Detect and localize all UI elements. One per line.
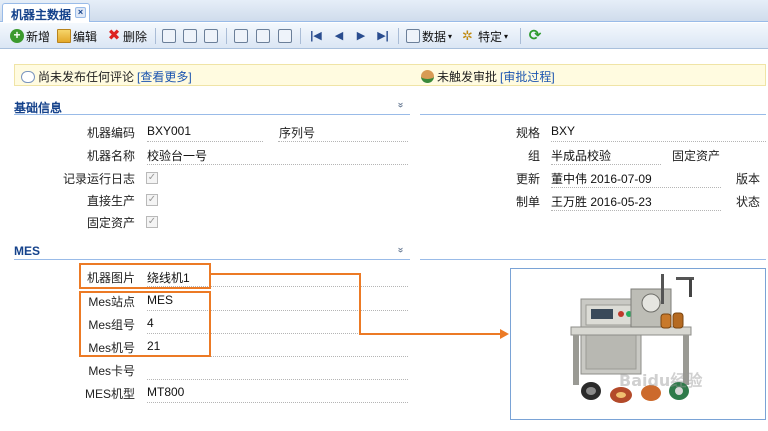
spec-field[interactable]: BXY xyxy=(551,124,766,142)
clipboard-icon xyxy=(278,29,292,43)
serial-field[interactable] xyxy=(278,124,408,142)
version-label: 版本 xyxy=(736,172,761,186)
fixed-asset-checkbox[interactable]: ✓ xyxy=(146,216,158,228)
last-icon: ▶| xyxy=(377,30,389,42)
add-label: 新增 xyxy=(26,29,51,44)
log-label: 记录运行日志 xyxy=(62,172,135,186)
next-icon: ▶ xyxy=(356,30,366,42)
attach-button[interactable] xyxy=(256,27,272,45)
add-button[interactable]: + 新增 xyxy=(10,27,50,45)
plus-icon: + xyxy=(10,29,24,43)
specific-menu-button[interactable]: ✲ 特定 ▾ xyxy=(462,27,508,45)
close-icon[interactable]: × xyxy=(75,7,86,18)
copy-icon xyxy=(162,29,176,43)
machine-name-label: 机器名称 xyxy=(86,149,135,163)
mes-card-field[interactable] xyxy=(147,362,408,380)
copy-button[interactable] xyxy=(162,27,178,45)
envelope-icon xyxy=(234,29,248,43)
direct-production-label: 直接生产 xyxy=(86,194,135,208)
delete-button[interactable]: ✖ 删除 xyxy=(107,27,147,45)
toolbar-separator xyxy=(155,28,156,44)
log-checkbox[interactable]: ✓ xyxy=(146,172,158,184)
edit-label: 编辑 xyxy=(73,29,98,44)
toolbar: + 新增 编辑 ✖ 删除 |◀ ◀ ▶ ▶| 数据 ▾ ✲ 特定 ▾ ⟳ xyxy=(0,23,768,49)
comment-bar: 尚未发布任何评论 [查看更多] 未触发审批 [审批过程] xyxy=(14,64,766,86)
mes-card-label: Mes卡号 xyxy=(88,364,135,378)
prev-icon: ◀ xyxy=(334,30,344,42)
section-divider xyxy=(420,259,766,260)
edit-button[interactable]: 编辑 xyxy=(57,27,97,45)
highlight-box-mes-ids xyxy=(79,291,211,357)
refresh-button[interactable]: ⟳ xyxy=(528,27,544,45)
approval-process-link[interactable]: [审批过程] xyxy=(500,68,555,85)
preview-button[interactable] xyxy=(183,27,199,45)
annotation-arrow xyxy=(211,273,361,275)
delete-label: 删除 xyxy=(123,29,148,44)
tab-machine-master[interactable]: 机器主数据 × xyxy=(2,3,90,22)
collapse-icon[interactable]: » xyxy=(395,102,406,108)
speech-bubble-icon xyxy=(21,70,35,83)
annotation-arrow xyxy=(359,333,501,335)
group-field[interactable]: 半成品校验 xyxy=(551,147,661,165)
prev-record-button[interactable]: ◀ xyxy=(332,27,348,45)
preview-icon xyxy=(183,29,197,43)
refresh-icon: ⟳ xyxy=(528,27,542,44)
last-record-button[interactable]: ▶| xyxy=(376,27,392,45)
fixed-asset-label: 固定资产 xyxy=(86,216,135,230)
arrowhead-icon xyxy=(500,329,509,339)
section-divider xyxy=(420,114,766,115)
mes-model-label: MES机型 xyxy=(84,387,135,401)
tab-strip: 机器主数据 × xyxy=(0,0,768,22)
section-title-mes: MES xyxy=(14,244,41,258)
no-comment-text: 尚未发布任何评论 xyxy=(38,70,135,84)
attachment-icon xyxy=(256,29,270,43)
chevron-down-icon: ▾ xyxy=(448,31,453,41)
section-divider xyxy=(14,114,410,115)
paste-button[interactable] xyxy=(278,27,294,45)
toolbar-separator xyxy=(398,28,399,44)
gear-icon: ✲ xyxy=(462,28,473,43)
data-label: 数据 xyxy=(422,29,447,44)
data-menu-button[interactable]: 数据 ▾ xyxy=(406,27,452,45)
folder-edit-icon xyxy=(57,29,71,43)
create-field: 王万胜 2016-05-23 xyxy=(551,193,721,211)
toolbar-separator xyxy=(300,28,301,44)
update-label: 更新 xyxy=(515,172,540,186)
machine-image-preview[interactable]: Baidu经验 xyxy=(510,268,766,420)
toolbar-separator xyxy=(226,28,227,44)
email-button[interactable] xyxy=(234,27,250,45)
delete-x-icon: ✖ xyxy=(107,27,121,44)
machine-code-label: 机器编码 xyxy=(86,126,135,140)
mes-model-field[interactable]: MT800 xyxy=(147,385,408,403)
update-field: 董中伟 2016-07-09 xyxy=(551,170,721,188)
section-divider xyxy=(14,259,410,260)
next-record-button[interactable]: ▶ xyxy=(354,27,370,45)
approval-status: 未触发审批 [审批过程] xyxy=(421,68,555,85)
group-label: 组 xyxy=(527,149,540,163)
data-icon xyxy=(406,29,420,43)
chevron-down-icon: ▾ xyxy=(504,31,509,41)
tab-label: 机器主数据 xyxy=(11,8,72,22)
spec-label: 规格 xyxy=(515,126,540,140)
winding-machine-image xyxy=(570,274,694,403)
status-label: 状态 xyxy=(736,195,761,209)
watermark: Baidu经验 xyxy=(619,371,703,390)
user-icon xyxy=(421,70,434,83)
toolbar-separator xyxy=(520,28,521,44)
first-icon: |◀ xyxy=(310,30,322,42)
comment-status: 尚未发布任何评论 [查看更多] xyxy=(21,68,192,85)
print-button[interactable] xyxy=(204,27,220,45)
direct-production-checkbox[interactable]: ✓ xyxy=(146,194,158,206)
no-approval-text: 未触发审批 xyxy=(437,70,498,84)
highlight-box-image xyxy=(79,263,211,289)
annotation-arrow xyxy=(359,273,361,335)
collapse-icon[interactable]: » xyxy=(395,247,406,253)
create-label: 制单 xyxy=(515,195,540,209)
machine-name-field[interactable]: 校验台一号 xyxy=(147,147,408,165)
view-more-link[interactable]: [查看更多] xyxy=(137,68,192,85)
right-fixed-asset-label: 固定资产 xyxy=(672,149,721,163)
specific-label: 特定 xyxy=(478,29,503,44)
first-record-button[interactable]: |◀ xyxy=(309,27,325,45)
printer-icon xyxy=(204,29,218,43)
